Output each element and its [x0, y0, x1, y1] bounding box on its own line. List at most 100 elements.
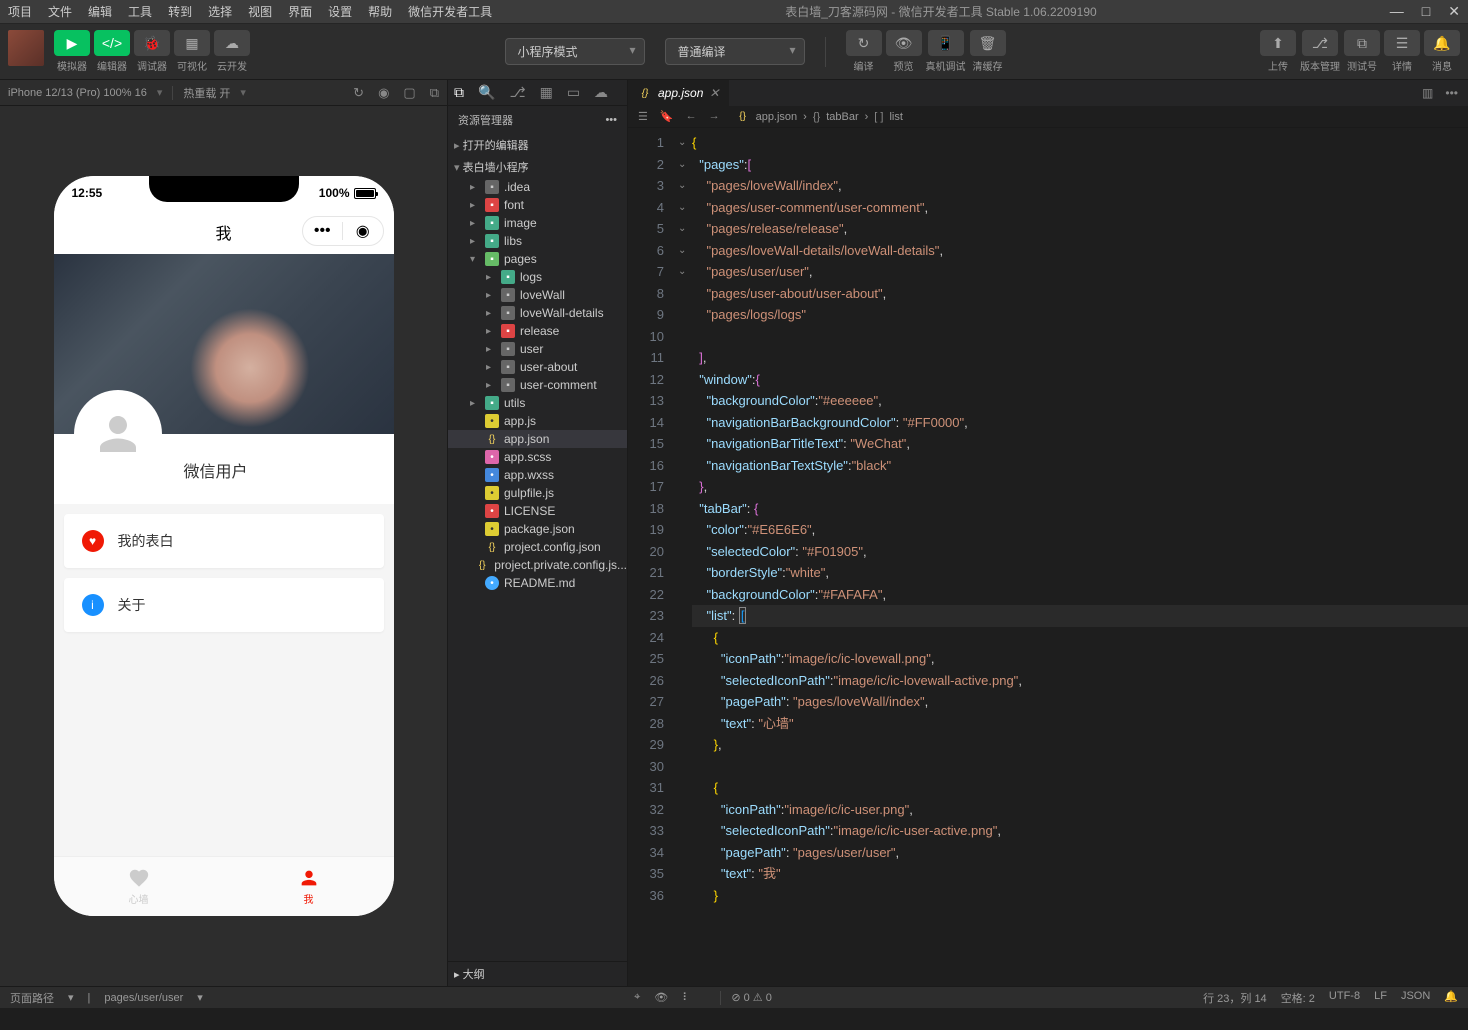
tree-app.json[interactable]: {}app.json [448, 430, 627, 448]
list-icon[interactable]: ☰ [638, 110, 648, 123]
menu-视图[interactable]: 视图 [248, 3, 272, 20]
minimize-button[interactable]: — [1390, 3, 1404, 20]
tree-app.scss[interactable]: •app.scss [448, 448, 627, 466]
menu-微信开发者工具[interactable]: 微信开发者工具 [408, 3, 492, 20]
tb-可视化[interactable]: ▦ [174, 30, 210, 56]
code-area[interactable]: 1234567891011121314151617181920212223242… [628, 128, 1468, 986]
opened-editors-section[interactable]: 打开的编辑器 [448, 134, 627, 156]
record-icon[interactable]: ◉ [378, 85, 389, 101]
editor-tab[interactable]: {} app.json ✕ [628, 80, 730, 106]
refresh-icon[interactable]: ↻ [353, 85, 364, 101]
tb-消息[interactable]: 🔔 [1424, 30, 1460, 56]
path-label[interactable]: 页面路径 [10, 990, 54, 1006]
popout-icon[interactable]: ⧉ [430, 85, 439, 101]
error-count[interactable]: ⊘ 0 ⚠ 0 [731, 991, 771, 1004]
tree-logs[interactable]: ▸▪logs [448, 268, 627, 286]
bell-icon[interactable]: 🔔 [1444, 990, 1458, 1006]
tree-LICENSE[interactable]: •LICENSE [448, 502, 627, 520]
cursor-position[interactable]: 行 23，列 14 [1203, 990, 1267, 1006]
tree-app.js[interactable]: •app.js [448, 412, 627, 430]
explorer-tab-icon[interactable]: ⧉ [454, 84, 464, 101]
split-icon[interactable]: ▥ [1422, 86, 1433, 100]
tb-模拟器[interactable]: ▶ [54, 30, 90, 56]
profile-avatar[interactable] [74, 390, 162, 478]
tb-编译[interactable]: ↻ [846, 30, 882, 56]
menu-项目[interactable]: 项目 [8, 3, 32, 20]
tree-font[interactable]: ▸▪font [448, 196, 627, 214]
tree-gulpfile.js[interactable]: •gulpfile.js [448, 484, 627, 502]
tree-project.private.config.js...[interactable]: {}project.private.config.js... [448, 556, 627, 574]
list-item[interactable]: ♥我的表白 [64, 514, 384, 568]
tb-详情[interactable]: ☰ [1384, 30, 1420, 56]
tree-project.config.json[interactable]: {}project.config.json [448, 538, 627, 556]
tb-调试器[interactable]: 🐞 [134, 30, 170, 56]
menu-设置[interactable]: 设置 [328, 3, 352, 20]
list-item[interactable]: i关于 [64, 578, 384, 632]
language-label[interactable]: JSON [1401, 990, 1430, 1006]
branch-tab-icon[interactable]: ⎇ [509, 84, 525, 101]
close-button[interactable]: ✕ [1448, 3, 1460, 20]
cloud-tab-icon[interactable]: ☁ [594, 84, 608, 101]
mode-select[interactable]: 小程序模式 [505, 38, 645, 65]
tree-app.wxss[interactable]: •app.wxss [448, 466, 627, 484]
forward-icon[interactable]: → [709, 110, 720, 123]
user-avatar[interactable] [8, 30, 44, 66]
menu-icon[interactable]: ⠇ [682, 991, 690, 1004]
tree-user[interactable]: ▸▪user [448, 340, 627, 358]
tb-版本管理[interactable]: ⎇ [1302, 30, 1338, 56]
tab-心墙[interactable]: 心墙 [54, 857, 224, 916]
tree-package.json[interactable]: •package.json [448, 520, 627, 538]
tree-user-about[interactable]: ▸▪user-about [448, 358, 627, 376]
menu-工具[interactable]: 工具 [128, 3, 152, 20]
explorer-tabs: ⧉ 🔍 ⎇ ▦ ▭ ☁ [448, 80, 627, 106]
compile-select[interactable]: 普通编译 [665, 38, 805, 65]
tree-image[interactable]: ▸▪image [448, 214, 627, 232]
more-icon[interactable]: ••• [605, 114, 617, 126]
ext-tab-icon[interactable]: ▦ [540, 84, 553, 101]
tb-真机调试[interactable]: 📱 [928, 30, 964, 56]
db-tab-icon[interactable]: ▭ [567, 84, 580, 101]
hotreload-label[interactable]: 热重载 开 [183, 85, 230, 101]
menu-转到[interactable]: 转到 [168, 3, 192, 20]
bookmark-icon[interactable]: 🔖 [660, 110, 674, 123]
more-icon[interactable]: ••• [1445, 86, 1458, 100]
close-tab-icon[interactable]: ✕ [709, 86, 719, 100]
menu-帮助[interactable]: 帮助 [368, 3, 392, 20]
tree-.idea[interactable]: ▸▪.idea [448, 178, 627, 196]
scene-icon[interactable]: ⌖ [634, 991, 640, 1004]
tb-云开发[interactable]: ☁ [214, 30, 250, 56]
menu-界面[interactable]: 界面 [288, 3, 312, 20]
search-tab-icon[interactable]: 🔍 [478, 84, 495, 101]
indent-label[interactable]: 空格: 2 [1281, 990, 1315, 1006]
tree-pages[interactable]: ▾▪pages [448, 250, 627, 268]
tree-release[interactable]: ▸▪release [448, 322, 627, 340]
outline-section[interactable]: ▸ 大纲 [448, 961, 627, 986]
tb-预览[interactable]: 👁 [886, 30, 922, 56]
tree-loveWall[interactable]: ▸▪loveWall [448, 286, 627, 304]
encoding-label[interactable]: UTF-8 [1329, 990, 1360, 1006]
back-icon[interactable]: ← [686, 110, 697, 123]
tab-我[interactable]: 我 [224, 857, 394, 916]
tb-编辑器[interactable]: </> [94, 30, 130, 56]
eol-label[interactable]: LF [1374, 990, 1387, 1006]
device-icon[interactable]: ▢ [403, 85, 415, 101]
code-editor: {} app.json ✕ ▥ ••• ☰ 🔖 ← → {} app.json … [628, 80, 1468, 986]
eye-icon[interactable]: 👁 [654, 991, 668, 1004]
device-label[interactable]: iPhone 12/13 (Pro) 100% 16 [8, 87, 147, 99]
tb-上传[interactable]: ⬆ [1260, 30, 1296, 56]
tb-清缓存[interactable]: 🗑 [970, 30, 1006, 56]
capsule-close-icon[interactable]: ◉ [343, 221, 383, 241]
maximize-button[interactable]: □ [1422, 3, 1430, 20]
page-path[interactable]: pages/user/user [104, 992, 183, 1004]
tree-README.md[interactable]: •README.md [448, 574, 627, 592]
menu-选择[interactable]: 选择 [208, 3, 232, 20]
tree-loveWall-details[interactable]: ▸▪loveWall-details [448, 304, 627, 322]
menu-编辑[interactable]: 编辑 [88, 3, 112, 20]
project-section[interactable]: 表白墙小程序 [448, 156, 627, 178]
tree-utils[interactable]: ▸▪utils [448, 394, 627, 412]
tree-user-comment[interactable]: ▸▪user-comment [448, 376, 627, 394]
menu-文件[interactable]: 文件 [48, 3, 72, 20]
tree-libs[interactable]: ▸▪libs [448, 232, 627, 250]
tb-测试号[interactable]: ⧉ [1344, 30, 1380, 56]
capsule-menu-icon[interactable]: ••• [303, 222, 343, 240]
